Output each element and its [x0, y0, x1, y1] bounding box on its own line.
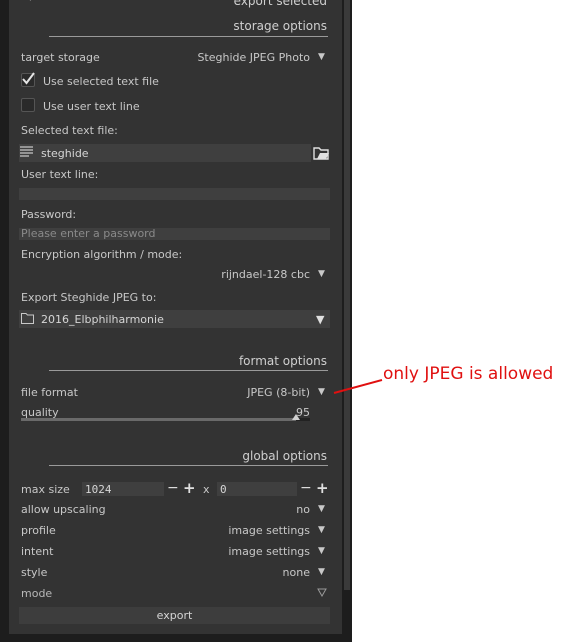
max-height-decrease-icon[interactable]: −	[300, 480, 312, 496]
quality-slider-track[interactable]	[21, 418, 310, 421]
profile-value[interactable]: image settings	[180, 524, 310, 537]
encryption-value[interactable]: rijndael-128 cbc	[160, 268, 310, 281]
allow-upscaling-dropdown-icon[interactable]: ▼	[318, 504, 325, 514]
annotation-text: only JPEG is allowed	[383, 364, 554, 384]
export-to-value: 2016_Elbphilharmonie	[41, 313, 164, 326]
max-width-increase-icon[interactable]: +	[183, 479, 196, 497]
style-value[interactable]: none	[250, 566, 310, 579]
selected-text-file-label: Selected text file:	[21, 124, 118, 137]
export-to-dropdown-icon[interactable]: ▼	[316, 313, 324, 326]
intent-label: intent	[21, 545, 54, 558]
max-height-input[interactable]	[217, 482, 297, 496]
mode-dropdown-icon[interactable]	[317, 587, 327, 600]
selected-text-file-value: steghide	[41, 147, 89, 160]
format-options-divider	[49, 370, 328, 371]
encryption-dropdown-icon[interactable]: ▼	[318, 269, 325, 279]
quality-slider-fill	[21, 418, 296, 421]
password-label: Password:	[21, 208, 77, 221]
collapse-icon[interactable]: ▾	[28, 0, 38, 4]
text-file-icon	[20, 146, 34, 161]
profile-dropdown-icon[interactable]: ▼	[318, 525, 325, 535]
max-size-label: max size	[21, 483, 70, 496]
profile-label: profile	[21, 524, 56, 537]
use-text-line-checkbox[interactable]	[21, 98, 35, 112]
style-label: style	[21, 566, 48, 579]
user-text-line-input[interactable]	[19, 188, 330, 200]
mode-label: mode	[21, 587, 53, 600]
global-options-divider	[49, 465, 328, 466]
scrollbar[interactable]	[344, 0, 350, 590]
allow-upscaling-value[interactable]: no	[250, 503, 310, 516]
open-file-icon[interactable]	[313, 144, 330, 164]
use-text-file-checkbox[interactable]	[21, 72, 35, 87]
target-storage-value[interactable]: Steghide JPEG Photo	[150, 51, 310, 64]
checkmark-icon	[22, 72, 35, 85]
max-height-value: 0	[220, 483, 227, 496]
folder-icon	[21, 312, 34, 327]
file-format-dropdown-icon[interactable]: ▼	[318, 387, 325, 397]
max-width-decrease-icon[interactable]: −	[167, 480, 179, 496]
quality-slider-thumb[interactable]	[291, 414, 300, 420]
user-text-line-label: User text line:	[21, 168, 99, 181]
target-storage-dropdown-icon[interactable]: ▼	[318, 52, 325, 62]
password-placeholder: Please enter a password	[21, 227, 156, 240]
export-selected-title: export selected	[233, 0, 327, 8]
annotation-arrow	[333, 379, 383, 394]
max-height-increase-icon[interactable]: +	[316, 479, 329, 497]
global-options-title: global options	[242, 449, 327, 463]
intent-dropdown-icon[interactable]: ▼	[318, 546, 325, 556]
max-width-value: 1024	[85, 483, 112, 496]
file-format-label: file format	[21, 386, 78, 399]
export-button[interactable]: export	[19, 607, 330, 624]
export-to-label: Export Steghide JPEG to:	[21, 291, 157, 304]
storage-options-divider	[49, 36, 328, 37]
format-options-title: format options	[238, 354, 327, 368]
use-text-line-label: Use user text line	[43, 100, 140, 113]
intent-value[interactable]: image settings	[180, 545, 310, 558]
storage-options-title: storage options	[233, 19, 327, 33]
file-format-value[interactable]: JPEG (8-bit)	[200, 386, 310, 399]
encryption-label: Encryption algorithm / mode:	[21, 248, 183, 261]
use-text-file-label: Use selected text file	[43, 75, 159, 88]
style-dropdown-icon[interactable]: ▼	[318, 567, 325, 577]
size-separator: x	[203, 483, 210, 496]
target-storage-label: target storage	[21, 51, 100, 64]
allow-upscaling-label: allow upscaling	[21, 503, 106, 516]
